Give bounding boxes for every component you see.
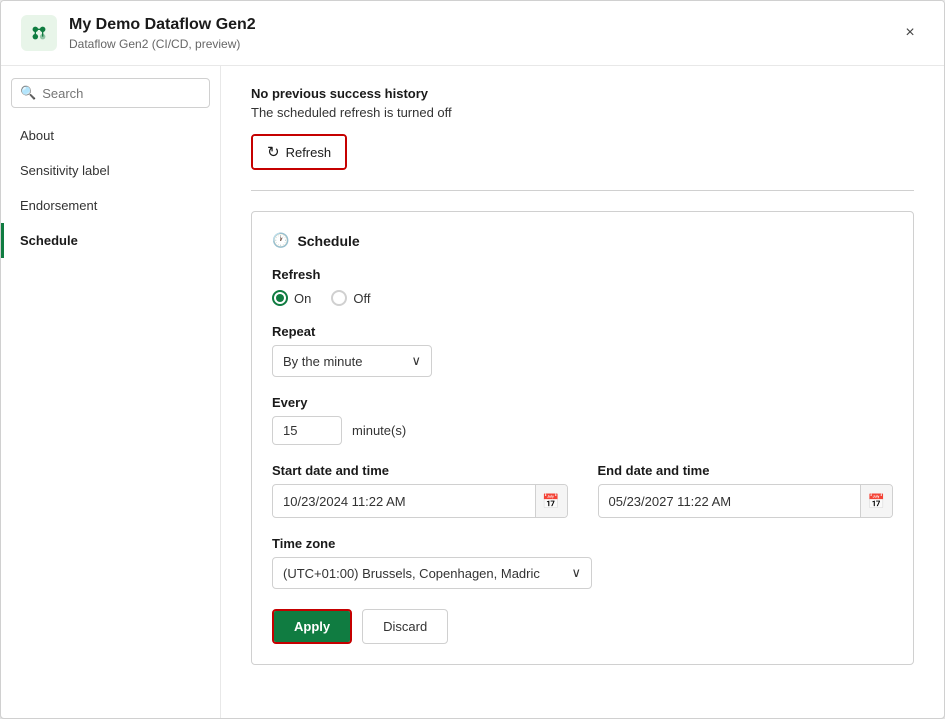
schedule-section: 🕐 Schedule Refresh On Off (251, 211, 914, 665)
refresh-toggle-row: Refresh On Off (272, 267, 893, 306)
clock-icon: 🕐 (272, 232, 289, 249)
repeat-label: Repeat (272, 324, 893, 339)
modal-body: 🔍 About Sensitivity label Endorsement Sc… (1, 66, 944, 718)
end-date-calendar-button[interactable]: 📅 (860, 485, 892, 517)
calendar-icon-end: 📅 (868, 493, 885, 510)
radio-on[interactable]: On (272, 290, 311, 306)
repeat-dropdown[interactable]: By the minute ∨ (272, 345, 432, 377)
every-input-row: minute(s) (272, 416, 893, 445)
sidebar-item-about[interactable]: About (1, 118, 220, 153)
discard-button[interactable]: Discard (362, 609, 448, 644)
header-text: My Demo Dataflow Gen2 Dataflow Gen2 (CI/… (69, 15, 896, 51)
search-box[interactable]: 🔍 (11, 78, 210, 108)
modal-container: My Demo Dataflow Gen2 Dataflow Gen2 (CI/… (0, 0, 945, 719)
end-date-input-wrapper: 📅 (598, 484, 894, 518)
modal-title: My Demo Dataflow Gen2 (69, 15, 896, 36)
refresh-button[interactable]: ↻ Refresh (253, 136, 345, 168)
modal-subtitle: Dataflow Gen2 (CI/CD, preview) (69, 37, 896, 51)
close-button[interactable]: × (896, 19, 924, 47)
refresh-off-text: The scheduled refresh is turned off (251, 105, 914, 120)
sidebar-item-sensitivity-label[interactable]: Sensitivity label (1, 153, 220, 188)
end-date-label: End date and time (598, 463, 894, 478)
apply-button-highlight: Apply (272, 609, 352, 644)
apply-button[interactable]: Apply (274, 611, 350, 642)
search-input[interactable] (42, 86, 201, 101)
chevron-down-icon: ∨ (411, 353, 421, 369)
date-row: Start date and time 📅 End date and time (272, 463, 893, 518)
refresh-icon: ↻ (267, 143, 280, 161)
refresh-label: Refresh (272, 267, 893, 282)
start-date-label: Start date and time (272, 463, 568, 478)
modal-header: My Demo Dataflow Gen2 Dataflow Gen2 (CI/… (1, 1, 944, 66)
start-date-input[interactable] (273, 487, 535, 516)
refresh-button-highlight: ↻ Refresh (251, 134, 347, 170)
action-row: Apply Discard (272, 609, 893, 644)
repeat-row: Repeat By the minute ∨ (272, 324, 893, 377)
app-icon (21, 15, 57, 51)
every-row-container: Every minute(s) (272, 395, 893, 445)
every-number-input[interactable] (272, 416, 342, 445)
search-icon: 🔍 (20, 85, 36, 101)
radio-off[interactable]: Off (331, 290, 370, 306)
start-date-input-wrapper: 📅 (272, 484, 568, 518)
end-date-input[interactable] (599, 487, 861, 516)
every-label: Every (272, 395, 893, 410)
timezone-chevron-icon: ∨ (571, 565, 581, 581)
main-content: No previous success history The schedule… (221, 66, 944, 718)
timezone-label: Time zone (272, 536, 893, 551)
unit-label: minute(s) (352, 423, 406, 438)
start-date-calendar-button[interactable]: 📅 (535, 485, 567, 517)
radio-off-circle (331, 290, 347, 306)
sidebar-item-schedule[interactable]: Schedule (1, 223, 220, 258)
timezone-row: Time zone (UTC+01:00) Brussels, Copenhag… (272, 536, 893, 589)
start-date-field: Start date and time 📅 (272, 463, 568, 518)
sidebar-item-endorsement[interactable]: Endorsement (1, 188, 220, 223)
refresh-radio-group: On Off (272, 290, 893, 306)
radio-on-circle (272, 290, 288, 306)
divider (251, 190, 914, 191)
timezone-dropdown[interactable]: (UTC+01:00) Brussels, Copenhagen, Madric… (272, 557, 592, 589)
end-date-field: End date and time 📅 (598, 463, 894, 518)
calendar-icon: 📅 (542, 493, 559, 510)
schedule-header: 🕐 Schedule (272, 232, 893, 249)
sidebar: 🔍 About Sensitivity label Endorsement Sc… (1, 66, 221, 718)
no-history-text: No previous success history (251, 86, 914, 101)
